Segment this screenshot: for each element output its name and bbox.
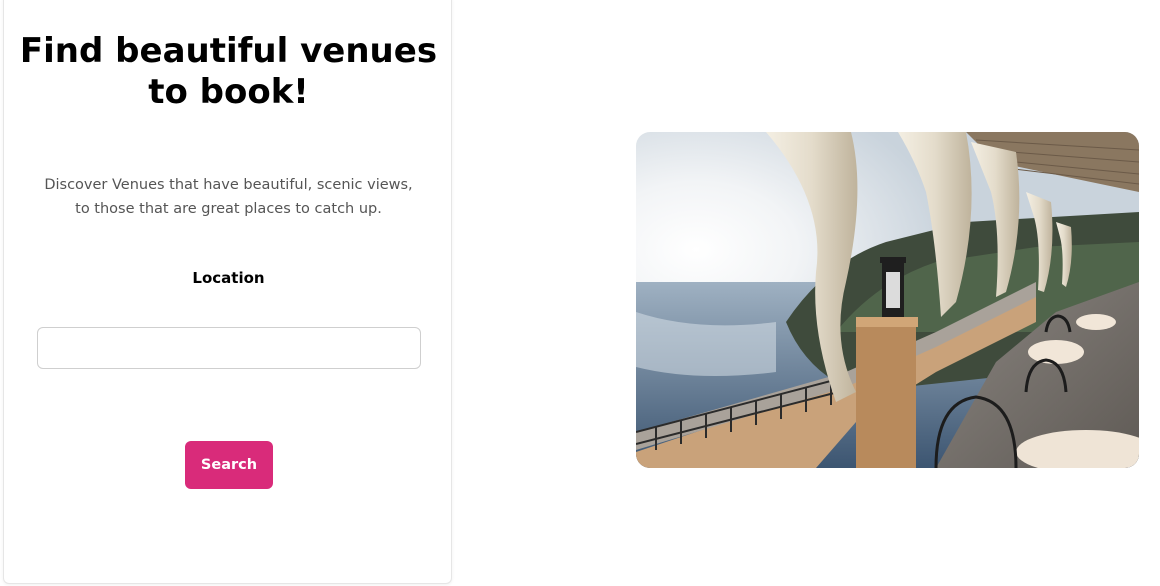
hero-description: Discover Venues that have beautiful, sce… (44, 177, 413, 217)
page: Find beautiful venues to book! Discover … (0, 0, 1160, 586)
search-card: Find beautiful venues to book! Discover … (3, 0, 452, 584)
location-label: Location (192, 269, 265, 287)
search-button[interactable]: Search (185, 441, 273, 489)
location-input[interactable] (37, 327, 421, 369)
page-title: Find beautiful venues to book! (19, 31, 438, 112)
venue-image (636, 132, 1139, 468)
